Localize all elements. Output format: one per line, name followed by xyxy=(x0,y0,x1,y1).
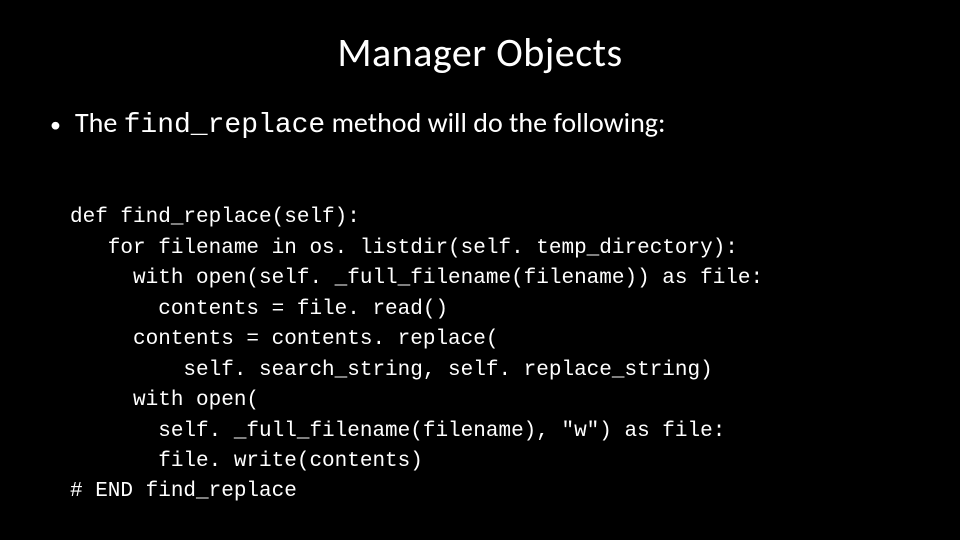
code-line: for filename in os. listdir(self. temp_d… xyxy=(70,237,738,260)
slide: Manager Objects • The find_replace metho… xyxy=(0,0,960,540)
code-line: with open( xyxy=(70,389,259,412)
code-line: with open(self. _full_filename(filename)… xyxy=(70,267,763,290)
bullet-text-code: find_replace xyxy=(124,110,326,141)
code-line: self. search_string, self. replace_strin… xyxy=(70,359,713,382)
bullet-text: The find_replace method will do the foll… xyxy=(75,105,665,141)
code-line: # END find_replace xyxy=(70,480,297,503)
code-line: contents = file. read() xyxy=(70,298,448,321)
code-line: contents = contents. replace( xyxy=(70,328,498,351)
bullet-text-pre: The xyxy=(75,105,124,140)
code-line: def find_replace(self): xyxy=(70,206,360,229)
code-line: self. _full_filename(filename), "w") as … xyxy=(70,420,725,443)
code-line: file. write(contents) xyxy=(70,450,423,473)
code-block: def find_replace(self): for filename in … xyxy=(70,173,920,508)
bullet-dot-icon: • xyxy=(50,111,61,139)
bullet-item: • The find_replace method will do the fo… xyxy=(50,105,920,141)
bullet-text-post: method will do the following: xyxy=(325,105,665,140)
slide-title: Manager Objects xyxy=(40,28,920,77)
